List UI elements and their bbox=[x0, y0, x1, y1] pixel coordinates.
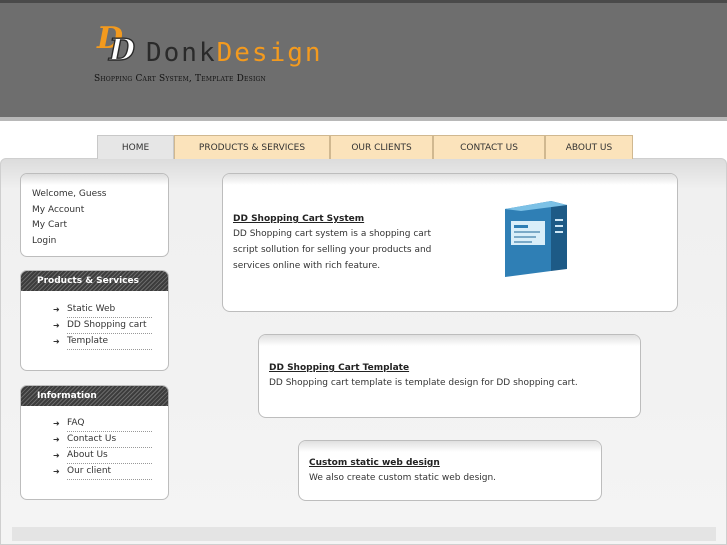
products-heading: Products & Services bbox=[21, 271, 168, 291]
products-box: Products & Services ➜ Static Web ➜ DD Shop… bbox=[20, 270, 169, 371]
nav-products-services[interactable]: PRODUCTS & SERVICES bbox=[174, 135, 330, 159]
right-arrow-icon: ➜ bbox=[53, 419, 60, 428]
card-cap bbox=[223, 174, 677, 185]
information-box: Information ➜ FAQ ➜ Contact Us ➜ About Us ➜… bbox=[20, 385, 169, 500]
menu-item-label: About Us bbox=[67, 448, 152, 464]
information-heading: Information bbox=[21, 386, 168, 406]
nav-our-clients[interactable]: OUR CLIENTS bbox=[330, 135, 433, 159]
account-menu: Welcome, Guess My Account My Cart Login bbox=[32, 187, 106, 249]
feature-title-link[interactable]: Custom static web design bbox=[309, 458, 440, 468]
menu-item-label: Contact Us bbox=[67, 432, 152, 448]
card-cap bbox=[259, 335, 640, 346]
my-cart-link[interactable]: My Cart bbox=[32, 218, 106, 234]
right-arrow-icon: ➜ bbox=[53, 305, 60, 314]
feature-card-shopping-cart-system: DD Shopping Cart System DD Shopping cart… bbox=[222, 173, 678, 312]
welcome-text: Welcome, Guess bbox=[32, 189, 107, 199]
brand-name-part1: Donk bbox=[146, 38, 217, 68]
logo-icon[interactable]: D D bbox=[96, 18, 140, 62]
header-divider bbox=[0, 117, 727, 121]
feature-title-link[interactable]: DD Shopping Cart System bbox=[233, 214, 364, 224]
menu-item-label: DD Shopping cart bbox=[67, 318, 152, 334]
feature-card-custom-static-web: Custom static web design We also create … bbox=[298, 440, 602, 501]
main-nav: HOME PRODUCTS & SERVICES OUR CLIENTS CON… bbox=[97, 135, 633, 159]
right-arrow-icon: ➜ bbox=[53, 337, 60, 346]
brand-tagline: Shopping Cart System, Template Design bbox=[94, 74, 266, 84]
card-cap bbox=[299, 441, 601, 452]
right-arrow-icon: ➜ bbox=[53, 467, 60, 476]
software-box-icon[interactable] bbox=[501, 197, 571, 279]
svg-text:D: D bbox=[108, 33, 135, 62]
menu-item-label: Our client bbox=[67, 464, 152, 480]
feature-description: We also create custom static web design. bbox=[309, 473, 497, 483]
nav-home[interactable]: HOME bbox=[97, 135, 174, 159]
menu-item-label: FAQ bbox=[67, 416, 152, 432]
welcome-box-cap bbox=[21, 174, 168, 185]
welcome-box: Welcome, Guess My Account My Cart Login bbox=[20, 173, 169, 257]
site-header: D D DonkDesign Shopping Cart System, Tem… bbox=[0, 0, 727, 117]
feature-title-link[interactable]: DD Shopping Cart Template bbox=[269, 363, 409, 373]
nav-about-us[interactable]: ABOUT US bbox=[545, 135, 633, 159]
right-arrow-icon: ➜ bbox=[53, 451, 60, 460]
feature-description: DD Shopping cart template is template de… bbox=[269, 378, 578, 388]
feature-card-shopping-cart-template: DD Shopping Cart Template DD Shopping ca… bbox=[258, 334, 641, 418]
right-arrow-icon: ➜ bbox=[53, 321, 60, 330]
menu-item-label: Template bbox=[67, 334, 152, 350]
right-arrow-icon: ➜ bbox=[53, 435, 60, 444]
feature-description: DD Shopping cart system is a shopping ca… bbox=[233, 229, 432, 271]
my-account-link[interactable]: My Account bbox=[32, 203, 106, 219]
footer-strip bbox=[12, 527, 716, 541]
menu-item-label: Static Web bbox=[67, 302, 152, 318]
nav-contact-us[interactable]: CONTACT US bbox=[433, 135, 545, 159]
brand-name-part2: Design bbox=[216, 38, 323, 68]
brand-name[interactable]: DonkDesign bbox=[146, 40, 323, 66]
login-link[interactable]: Login bbox=[32, 234, 106, 250]
